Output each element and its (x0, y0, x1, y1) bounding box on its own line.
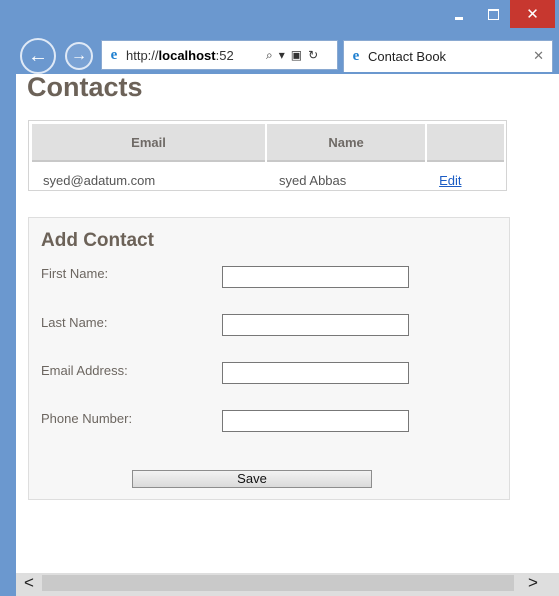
browser-window: ✕ ← → e http://localhost:52 ⌕ ▾ ▣ ↻ e Co… (0, 0, 559, 596)
phone-number-label: Phone Number: (41, 411, 133, 426)
forward-button[interactable]: → (65, 42, 93, 70)
phone-number-input[interactable] (222, 410, 409, 432)
edit-cell: Edit (427, 164, 504, 196)
compatibility-view-icon[interactable]: ▣ (291, 48, 302, 62)
minimize-icon (455, 16, 463, 20)
name-column-header: Name (267, 124, 426, 162)
first-name-input[interactable] (222, 266, 409, 288)
scrollbar-thumb[interactable] (42, 575, 514, 591)
contacts-table: Email Name syed@adatum.com syed Abbas Ed… (30, 122, 506, 198)
form-title: Add Contact (41, 230, 154, 251)
tab-page-icon: e (352, 48, 360, 64)
close-tab-icon[interactable]: ✕ (533, 48, 544, 64)
contact-name: syed Abbas (279, 172, 347, 188)
back-button[interactable]: ← (20, 38, 56, 74)
back-arrow-icon: ← (28, 44, 48, 67)
browser-navigation-bar: ← → e http://localhost:52 ⌕ ▾ ▣ ↻ e Cont… (0, 36, 559, 74)
minimize-button[interactable] (442, 0, 476, 28)
edit-link[interactable]: Edit (439, 173, 461, 188)
url-host: localhost (158, 47, 216, 63)
contact-email: syed@adatum.com (43, 172, 156, 188)
table-header-row: Email Name (32, 124, 504, 162)
table-row: syed@adatum.com syed Abbas Edit (32, 164, 504, 196)
close-window-button[interactable]: ✕ (510, 0, 555, 28)
actions-column-header (427, 124, 504, 162)
last-name-label: Last Name: (41, 315, 108, 330)
page-title: Contacts (27, 72, 143, 102)
maximize-button[interactable] (476, 0, 510, 28)
last-name-input[interactable] (222, 314, 409, 336)
email-address-input[interactable] (222, 362, 409, 384)
url-prefix: http:// (126, 47, 159, 63)
forward-arrow-icon: → (71, 47, 87, 64)
contacts-table-container: Email Name syed@adatum.com syed Abbas Ed… (28, 120, 507, 191)
maximize-icon (487, 8, 499, 20)
email-column-header: Email (32, 124, 266, 162)
save-button[interactable]: Save (132, 470, 372, 488)
refresh-icon[interactable]: ↻ (308, 48, 318, 62)
scroll-left-button[interactable]: < (16, 573, 42, 593)
page-content: Contacts Email Name syed@adatum.com syed… (16, 72, 559, 573)
tab-title: Contact Book (368, 49, 447, 64)
internet-explorer-icon: e (110, 46, 118, 63)
add-contact-form: Add Contact First Name: Last Name: Email… (28, 217, 510, 500)
browser-tab-contact-book[interactable]: e Contact Book ✕ (343, 40, 553, 72)
email-address-label: Email Address: (41, 363, 128, 378)
search-icon[interactable]: ⌕ (266, 48, 273, 63)
dropdown-icon[interactable]: ▾ (279, 48, 285, 62)
url-suffix: :52 (215, 47, 234, 63)
first-name-label: First Name: (41, 266, 109, 281)
scroll-right-button[interactable]: > (520, 573, 546, 593)
address-bar[interactable]: e http://localhost:52 ⌕ ▾ ▣ ↻ (101, 40, 338, 70)
address-url[interactable]: http://localhost:52 (126, 48, 260, 63)
title-bar: ✕ (0, 0, 559, 36)
